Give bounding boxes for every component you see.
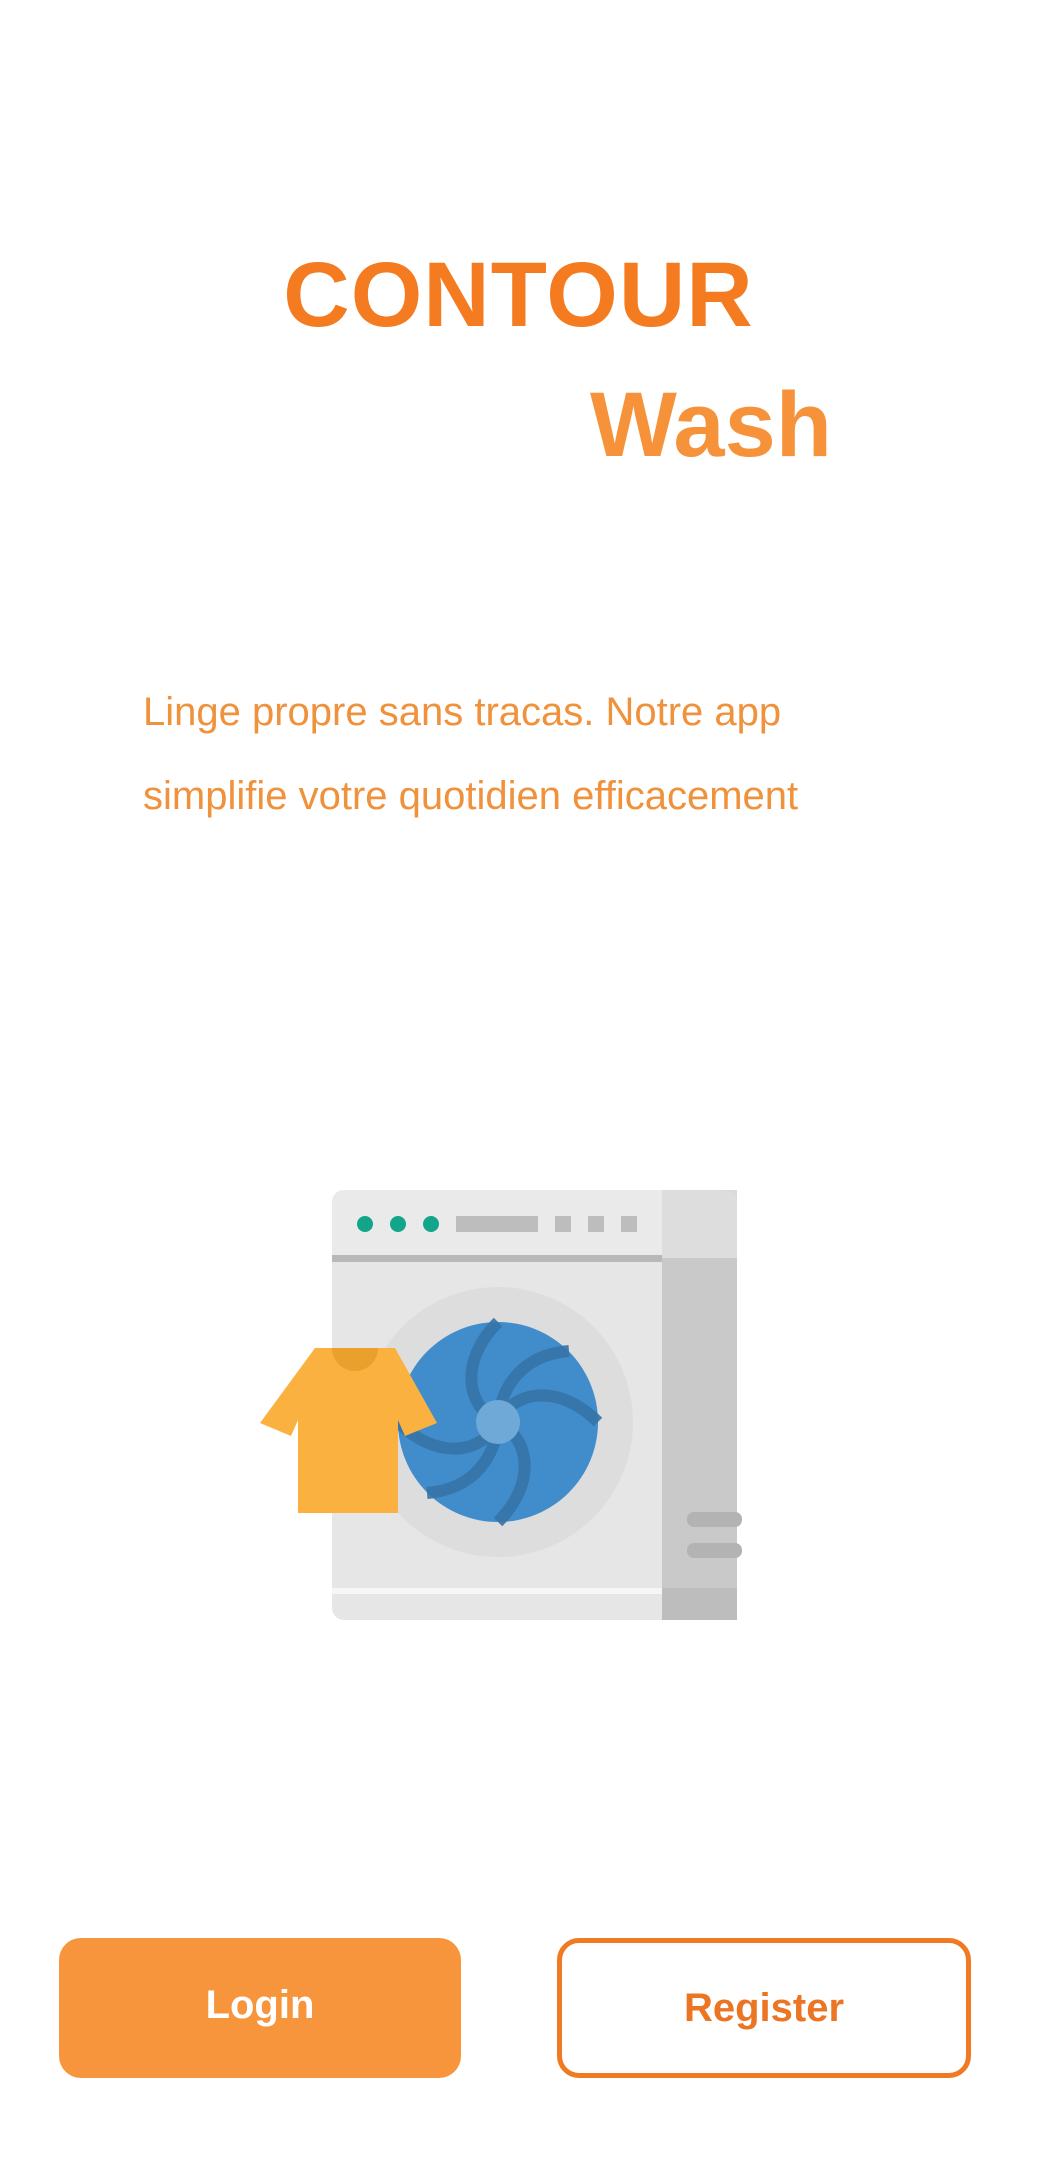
register-button[interactable]: Register [557,1938,971,2078]
tagline-line-2: simplifie votre quotidien efficacement [143,774,799,818]
tagline-line-1: Linge propre sans tracas. Notre app [143,690,782,734]
indicator-light [357,1216,373,1232]
app-title: CONTOUR [283,244,754,346]
indicator-light [390,1216,406,1232]
washing-machine-illustration [260,1190,742,1620]
tagline: Linge propre sans tracas. Notre app simp… [143,670,923,838]
indicator-light [423,1216,439,1232]
app-subtitle: Wash [590,374,832,476]
login-button[interactable]: Login [59,1938,461,2078]
machine-display [456,1216,538,1232]
